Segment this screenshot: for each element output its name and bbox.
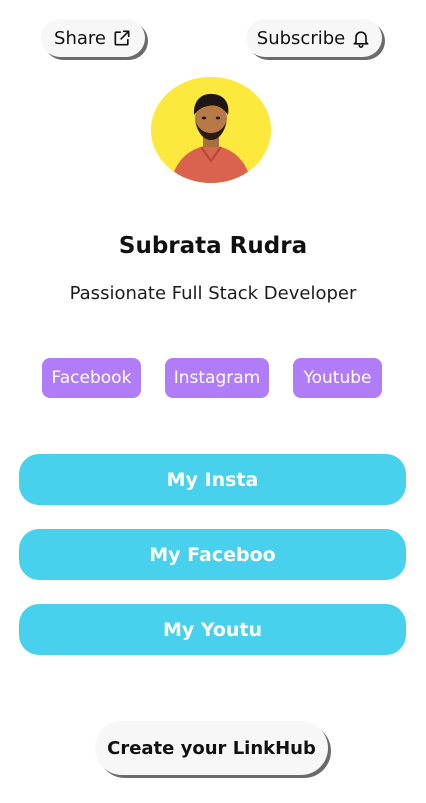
create-linkhub-button[interactable]: Create your LinkHub <box>95 721 328 775</box>
avatar-portrait <box>151 77 271 183</box>
subscribe-label: Subscribe <box>256 27 346 49</box>
avatar <box>151 77 271 183</box>
share-button[interactable]: Share <box>41 19 145 57</box>
share-icon <box>112 28 132 48</box>
share-label: Share <box>54 27 106 49</box>
social-link-facebook[interactable]: Facebook <box>42 358 141 398</box>
link-button-facebook[interactable]: My Faceboo <box>19 529 406 580</box>
link-button-insta[interactable]: My Insta <box>19 454 406 505</box>
profile-name: Subrata Rudra <box>118 233 308 259</box>
link-button-youtube[interactable]: My Youtu <box>19 604 406 655</box>
social-link-youtube[interactable]: Youtube <box>293 358 382 398</box>
profile-bio: Passionate Full Stack Developer <box>69 283 357 304</box>
social-link-instagram[interactable]: Instagram <box>165 358 269 398</box>
subscribe-button[interactable]: Subscribe <box>246 19 382 57</box>
bell-icon <box>351 28 371 48</box>
